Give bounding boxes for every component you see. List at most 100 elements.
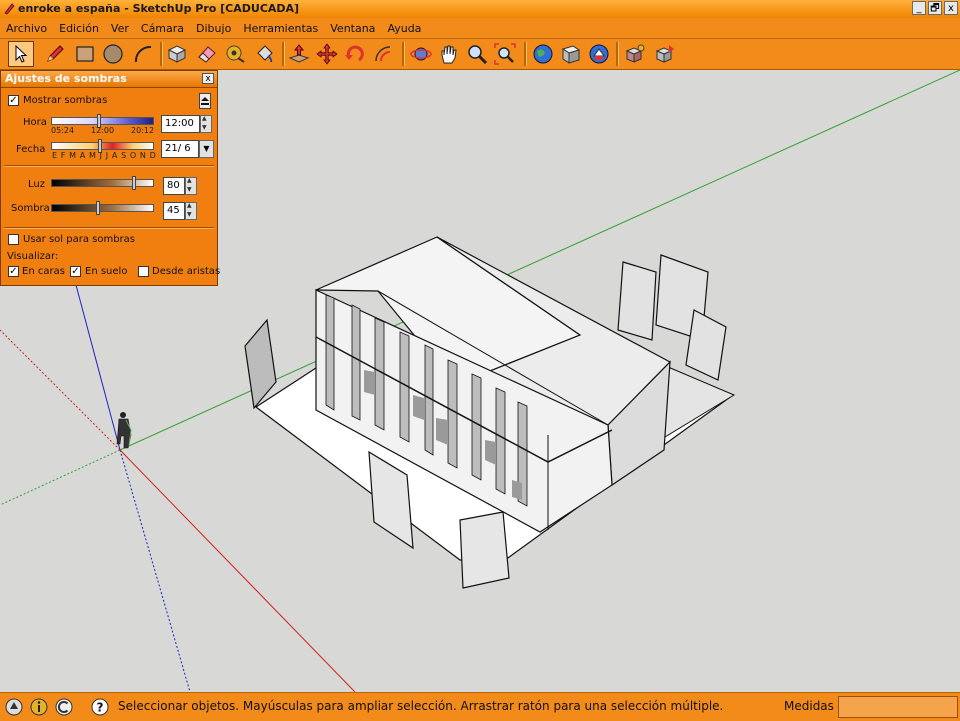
menu-archivo[interactable]: Archivo (0, 22, 53, 35)
geolocation-icon[interactable] (4, 697, 24, 717)
tape-measure-icon (226, 45, 245, 63)
rectangle-tool-button[interactable] (72, 41, 98, 67)
panel-front-right (459, 511, 510, 589)
restore-button[interactable]: 🗗 (928, 1, 942, 15)
en-suelo-checkbox[interactable]: ✓ (70, 266, 81, 277)
desde-aristas-checkbox[interactable] (138, 266, 149, 277)
sombra-spinner[interactable] (185, 202, 197, 220)
menu-ver[interactable]: Ver (105, 22, 135, 35)
pencil-tool-button[interactable] (42, 41, 68, 67)
measurements-input[interactable] (838, 696, 958, 718)
arc-icon (134, 45, 152, 63)
main-toolbar (0, 39, 960, 71)
sombra-slider[interactable] (51, 201, 154, 215)
fecha-month-ticks: E F M A M J J A S O N D (52, 151, 157, 160)
account-icon[interactable] (54, 697, 74, 717)
visualizar-label: Visualizar: (7, 251, 59, 262)
menu-ventana[interactable]: Ventana (324, 22, 381, 35)
luz-slider-thumb[interactable] (132, 176, 136, 190)
en-caras-checkbox[interactable]: ✓ (8, 266, 19, 277)
luz-input[interactable]: 80 (163, 177, 185, 195)
sketchup-app-icon (4, 3, 15, 15)
google-earth-button[interactable] (530, 41, 556, 67)
hora-label: Hora (23, 117, 47, 128)
sombra-label: Sombra (11, 203, 50, 214)
orbit-tool-button[interactable] (408, 41, 434, 67)
zoom-extents-tool-button[interactable] (492, 41, 518, 67)
eraser-tool-button[interactable] (194, 41, 220, 67)
luz-label: Luz (28, 179, 45, 190)
paint-bucket-tool-button[interactable] (252, 41, 278, 67)
help-icon[interactable]: ? (90, 697, 110, 717)
sombra-slider-thumb[interactable] (96, 201, 100, 215)
shadow-settings-panel: Ajustes de sombras x ✓ Mostrar sombras H… (0, 70, 221, 286)
push-pull-tool-button[interactable] (286, 41, 312, 67)
sombra-input[interactable]: 45 (163, 202, 185, 220)
hora-tick-mid: 12:00 (91, 126, 115, 135)
fecha-slider[interactable] (51, 139, 154, 153)
use-sun-checkbox[interactable] (8, 234, 19, 245)
show-shadows-checkbox[interactable]: ✓ (8, 95, 19, 106)
zoom-icon (468, 45, 488, 65)
en-suelo-label: En suelo (85, 266, 128, 277)
panel-title: Ajustes de sombras (5, 72, 127, 85)
select-tool-button[interactable] (8, 41, 34, 67)
title-bar: enroke a españa - SketchUp Pro [CADUCADA… (0, 0, 960, 19)
make-component-button[interactable] (164, 41, 190, 67)
close-window-button[interactable]: x (944, 1, 958, 15)
toolbar-separator (402, 42, 405, 66)
credits-icon[interactable] (29, 697, 49, 717)
hora-spinner[interactable] (200, 115, 212, 133)
tape-measure-tool-button[interactable] (222, 41, 248, 67)
offset-tool-button[interactable] (370, 41, 396, 67)
hora-input[interactable]: 12:00 (161, 115, 200, 133)
panel-collapse-button[interactable] (199, 93, 211, 109)
toolbar-separator (616, 42, 619, 66)
hora-slider[interactable] (51, 114, 154, 128)
rotate-icon (345, 45, 364, 62)
components-button[interactable] (622, 41, 648, 67)
zoom-tool-button[interactable] (464, 41, 490, 67)
paint-bucket-icon (257, 45, 273, 63)
svg-text:?: ? (97, 701, 104, 715)
select-icon (15, 44, 28, 63)
pan-tool-button[interactable] (436, 41, 462, 67)
menu-camara[interactable]: Cámara (135, 22, 190, 35)
measurements-label: Medidas (784, 699, 834, 713)
menu-bar: Archivo Edición Ver Cámara Dibujo Herram… (0, 18, 960, 39)
desde-aristas-label: Desde aristas (152, 266, 221, 277)
toolbar-separator (160, 42, 163, 66)
offset-icon (375, 46, 391, 62)
fecha-dropdown-button[interactable]: ▼ (199, 140, 214, 158)
warehouse-button[interactable] (586, 41, 612, 67)
luz-spinner[interactable] (185, 177, 197, 195)
fecha-input[interactable]: 21/ 6 (161, 140, 199, 158)
red-axis (119, 449, 356, 692)
arc-tool-button[interactable] (130, 41, 156, 67)
share-model-button[interactable] (652, 41, 678, 67)
menu-herramientas[interactable]: Herramientas (237, 22, 324, 35)
menu-ayuda[interactable]: Ayuda (381, 22, 427, 35)
model-library-icon (561, 45, 581, 64)
menu-edicion[interactable]: Edición (53, 22, 105, 35)
warehouse-icon (589, 44, 609, 64)
component-icon (625, 44, 645, 63)
hora-tick-end: 20:12 (131, 126, 155, 135)
panel-title-bar[interactable]: Ajustes de sombras x (1, 71, 217, 88)
luz-slider[interactable] (51, 176, 154, 190)
rotate-tool-button[interactable] (342, 41, 368, 67)
circle-icon (103, 44, 123, 64)
move-icon (316, 43, 338, 65)
panel-close-button[interactable]: x (202, 73, 214, 84)
menu-dibujo[interactable]: Dibujo (190, 22, 237, 35)
collapse-icon (201, 97, 209, 105)
circle-tool-button[interactable] (100, 41, 126, 67)
minimize-button[interactable]: _ (912, 1, 926, 15)
move-tool-button[interactable] (314, 41, 340, 67)
fecha-label: Fecha (16, 144, 46, 155)
eraser-icon (198, 46, 216, 63)
en-caras-label: En caras (22, 266, 65, 277)
model-library-button[interactable] (558, 41, 584, 67)
use-sun-label: Usar sol para sombras (23, 234, 135, 245)
toolbar-separator (524, 42, 527, 66)
